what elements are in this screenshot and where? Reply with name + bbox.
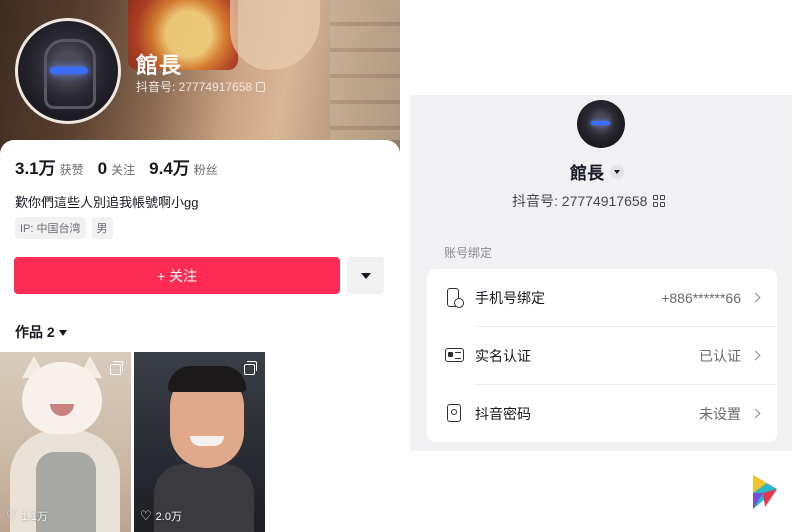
row-value: 已认证 <box>699 347 741 364</box>
profile-id: 抖音号: 27774917658 <box>136 78 266 95</box>
account-name-row[interactable]: 館長 <box>570 159 624 184</box>
tab-works[interactable]: 作品 2 <box>15 322 67 342</box>
account-id: 抖音号: 27774917658 <box>512 193 648 209</box>
avatar-visor <box>591 121 610 125</box>
row-value: 未设置 <box>699 405 741 422</box>
account-settings-screen: 館長 抖音号: 27774917658 账号绑定 手机号绑定 +886*****… <box>410 95 792 451</box>
cover-arm <box>230 0 320 70</box>
stat-value: 3.1万 <box>15 159 56 178</box>
dropdown-icon <box>360 272 371 279</box>
multi-image-icon <box>110 361 123 375</box>
cover-shelf <box>330 0 400 140</box>
cat-head <box>22 362 102 434</box>
stat-label: 关注 <box>111 163 136 177</box>
lock-icon <box>447 404 461 422</box>
stat-likes[interactable]: 3.1万 获赞 <box>15 154 84 179</box>
stat-value: 0 <box>97 159 108 178</box>
chevron-right-icon <box>750 350 761 361</box>
avatar[interactable] <box>577 100 625 148</box>
avatar-helmet <box>44 39 96 109</box>
follow-button[interactable]: + 关注 <box>14 257 340 294</box>
watermark-logo-icon <box>753 475 777 509</box>
avatar-visor <box>50 67 88 74</box>
id-card-icon <box>445 348 464 362</box>
man-smile <box>190 436 224 446</box>
profile-name: 館長 <box>136 53 183 78</box>
caret-down-icon <box>58 330 67 336</box>
row-label: 实名认证 <box>475 347 531 364</box>
stat-label: 获赞 <box>59 163 84 177</box>
video-thumbnail[interactable]: ♡ 2.0万 <box>134 352 265 532</box>
profile-bio: 歎你們這些人別追我帳號啊小gg <box>15 195 199 210</box>
row-real-name[interactable]: 实名认证 已认证 <box>427 327 777 384</box>
gender-tag: 男 <box>91 217 113 239</box>
stat-following[interactable]: 0 关注 <box>98 159 135 179</box>
video-thumbnail[interactable]: ♡ 1.1万 <box>0 352 131 532</box>
profile-card: 3.1万 获赞 0 关注 9.4万 粉丝 歎你們這些人別追我帳號啊小gg IP: 中国… <box>0 140 400 352</box>
tab-works-label: 作品 2 <box>15 324 55 340</box>
chevron-right-icon <box>750 408 761 419</box>
row-label: 抖音密码 <box>475 405 531 422</box>
like-count: ♡ 1.1万 <box>6 508 48 524</box>
ip-tag: IP: 中国台湾 <box>15 217 86 239</box>
like-count-text: 1.1万 <box>21 511 48 523</box>
account-id-row: 抖音号: 27774917658 <box>512 191 666 211</box>
avatar[interactable] <box>15 18 121 124</box>
dropdown-icon <box>610 164 624 179</box>
account-name: 館長 <box>570 164 604 183</box>
stat-value: 9.4万 <box>149 159 190 178</box>
row-password[interactable]: 抖音密码 未设置 <box>427 385 777 442</box>
heart-icon: ♡ <box>140 508 152 523</box>
row-phone-binding[interactable]: 手机号绑定 +886******66 <box>427 269 777 326</box>
profile-tags: IP: 中国台湾 男 <box>15 217 113 239</box>
profile-screen: 館長 抖音号: 27774917658 3.1万 获赞 0 关注 9.4万 粉丝 歎你… <box>0 0 400 532</box>
qr-code-icon[interactable] <box>653 195 666 207</box>
chevron-right-icon <box>750 292 761 303</box>
like-count: ♡ 2.0万 <box>140 508 182 524</box>
copy-icon[interactable] <box>256 82 266 92</box>
profile-stats: 3.1万 获赞 0 关注 9.4万 粉丝 <box>15 154 218 179</box>
section-label: 账号绑定 <box>444 246 493 260</box>
row-value: +886******66 <box>661 289 741 306</box>
stat-label: 粉丝 <box>193 163 218 177</box>
man-hair <box>168 366 246 392</box>
heart-icon: ♡ <box>6 508 18 523</box>
row-label: 手机号绑定 <box>475 289 545 306</box>
more-button[interactable] <box>347 257 384 294</box>
phone-icon <box>447 288 464 308</box>
like-count-text: 2.0万 <box>155 511 182 523</box>
profile-id-text: 抖音号: 27774917658 <box>136 80 253 94</box>
multi-image-icon <box>244 361 257 375</box>
account-binding-card: 手机号绑定 +886******66 实名认证 已认证 抖音密码 未设置 <box>427 269 777 442</box>
stat-followers[interactable]: 9.4万 粉丝 <box>149 154 218 179</box>
